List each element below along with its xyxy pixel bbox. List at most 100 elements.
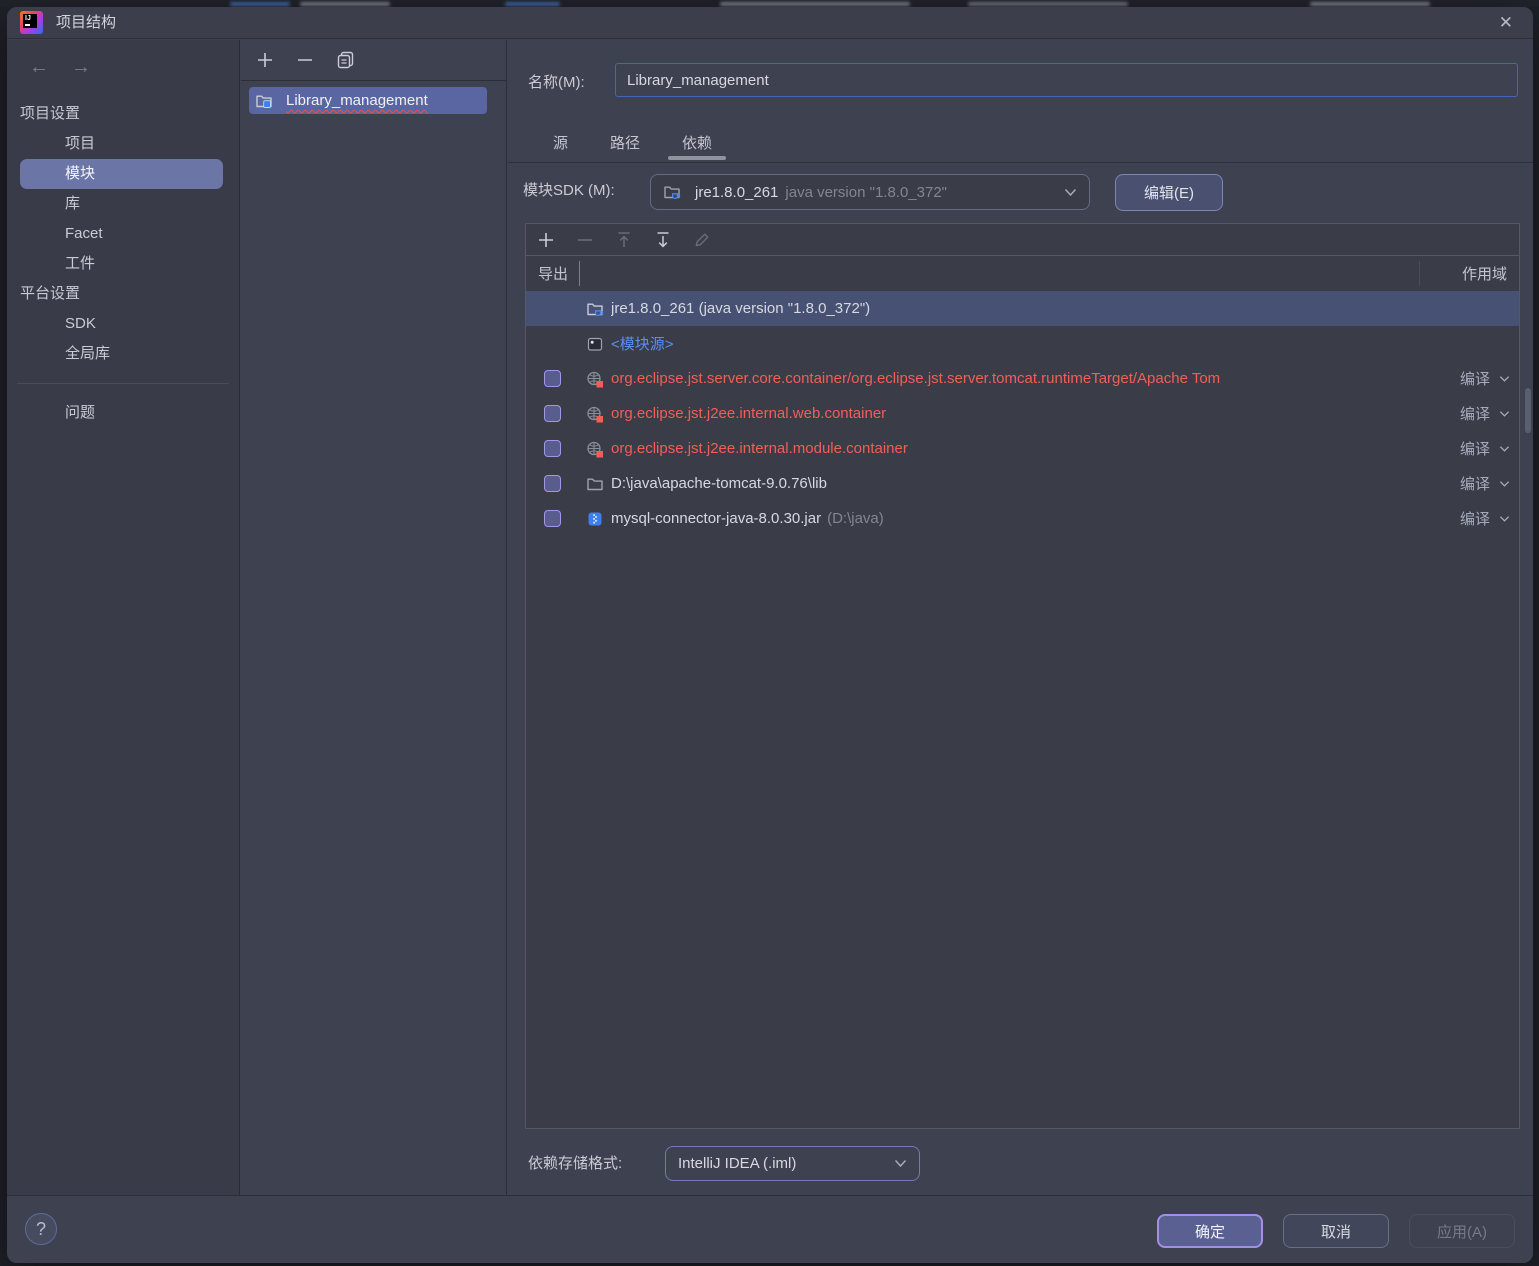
storage-format-label: 依赖存储格式: bbox=[528, 1153, 622, 1175]
sidebar-item-sdks[interactable]: SDK bbox=[7, 309, 239, 339]
jdk-icon bbox=[586, 300, 604, 318]
vertical-scrollbar-thumb[interactable] bbox=[1525, 388, 1531, 433]
dependency-row-jdk[interactable]: jre1.8.0_261 (java version "1.8.0_372") bbox=[526, 291, 1519, 326]
sdk-name: jre1.8.0_261 bbox=[695, 184, 778, 201]
scope-select[interactable]: 编译 bbox=[1423, 473, 1519, 494]
export-checkbox[interactable] bbox=[544, 475, 561, 492]
jdk-icon bbox=[663, 183, 681, 201]
sidebar-item-modules[interactable]: 模块 bbox=[20, 159, 223, 189]
chevron-down-icon bbox=[1499, 515, 1510, 523]
edit-dependency-icon[interactable] bbox=[692, 230, 712, 250]
export-checkbox[interactable] bbox=[544, 440, 561, 457]
scope-select[interactable]: 编译 bbox=[1423, 438, 1519, 459]
background-tab-fragment bbox=[505, 2, 560, 6]
background-tab-fragment bbox=[968, 2, 1128, 6]
history-nav: ← → bbox=[29, 56, 91, 79]
remove-module-icon[interactable] bbox=[295, 50, 315, 70]
modules-toolbar bbox=[241, 40, 506, 81]
dialog-footer: ? 确定 取消 应用(A) bbox=[7, 1195, 1533, 1263]
settings-sidebar: ← → 项目设置 项目 模块 库 Facet 工件 平台设置 SDK 全局库 问… bbox=[7, 40, 240, 1195]
jar-location: (D:\java) bbox=[827, 510, 884, 527]
close-icon[interactable]: ✕ bbox=[1499, 7, 1513, 39]
broken-library-icon bbox=[586, 405, 604, 423]
column-divider bbox=[579, 261, 580, 286]
background-tab-fragment bbox=[1310, 2, 1430, 6]
forward-icon[interactable]: → bbox=[71, 56, 91, 79]
chevron-down-icon bbox=[1499, 480, 1510, 488]
sidebar-item-project[interactable]: 项目 bbox=[7, 129, 239, 159]
add-module-icon[interactable] bbox=[255, 50, 275, 70]
column-header-scope: 作用域 bbox=[1462, 263, 1519, 284]
dependency-row-folder[interactable]: D:\java\apache-tomcat-9.0.76\lib 编译 bbox=[526, 466, 1519, 501]
sidebar-item-facets[interactable]: Facet bbox=[7, 219, 239, 249]
chevron-down-icon bbox=[1064, 188, 1077, 197]
sidebar-list: 项目设置 项目 模块 库 Facet 工件 平台设置 SDK 全局库 问题 bbox=[7, 99, 239, 428]
module-tree-label: Library_management bbox=[286, 92, 428, 109]
ok-button[interactable]: 确定 bbox=[1157, 1214, 1263, 1248]
name-label: 名称(M): bbox=[528, 72, 585, 94]
module-name-input[interactable] bbox=[615, 63, 1518, 97]
sidebar-section-platform-settings: 平台设置 bbox=[7, 279, 239, 309]
dependencies-header: 导出 作用域 bbox=[526, 256, 1519, 291]
move-up-icon[interactable] bbox=[614, 230, 634, 250]
dependencies-toolbar bbox=[526, 224, 1519, 256]
editor-tabs: 源 路径 依赖 bbox=[508, 126, 1533, 163]
sidebar-item-problems[interactable]: 问题 bbox=[7, 398, 239, 428]
module-sdk-select[interactable]: jre1.8.0_261 java version "1.8.0_372" bbox=[650, 174, 1090, 210]
column-header-export: 导出 bbox=[526, 263, 568, 284]
dependency-row-jar[interactable]: mysql-connector-java-8.0.30.jar(D:\java)… bbox=[526, 501, 1519, 536]
background-tab-fragment bbox=[230, 2, 290, 6]
scope-select[interactable]: 编译 bbox=[1423, 508, 1519, 529]
scope-select[interactable]: 编译 bbox=[1423, 368, 1519, 389]
storage-format-select[interactable]: IntelliJ IDEA (.iml) bbox=[665, 1146, 920, 1181]
background-ide-strip bbox=[0, 0, 1539, 7]
move-down-icon[interactable] bbox=[653, 230, 673, 250]
tab-paths[interactable]: 路径 bbox=[610, 126, 640, 162]
cancel-button[interactable]: 取消 bbox=[1283, 1214, 1389, 1248]
column-divider bbox=[1419, 261, 1420, 286]
back-icon[interactable]: ← bbox=[29, 56, 49, 79]
export-checkbox[interactable] bbox=[544, 370, 561, 387]
chevron-down-icon bbox=[1499, 410, 1510, 418]
tab-dependencies[interactable]: 依赖 bbox=[682, 126, 712, 162]
sidebar-item-artifacts[interactable]: 工件 bbox=[7, 249, 239, 279]
scope-select[interactable]: 编译 bbox=[1423, 403, 1519, 424]
broken-library-icon bbox=[586, 370, 604, 388]
export-checkbox[interactable] bbox=[544, 510, 561, 527]
tab-sources[interactable]: 源 bbox=[553, 126, 568, 162]
chevron-down-icon bbox=[1499, 375, 1510, 383]
screen: IJ 项目结构 ✕ ← → 项目设置 项目 模块 库 Facet 工件 平台设置… bbox=[0, 0, 1539, 1266]
sdk-version: java version "1.8.0_372" bbox=[785, 184, 947, 201]
intellij-logo-icon: IJ bbox=[20, 11, 43, 34]
dependency-row-library[interactable]: org.eclipse.jst.server.core.container/or… bbox=[526, 361, 1519, 396]
broken-library-icon bbox=[586, 440, 604, 458]
apply-button[interactable]: 应用(A) bbox=[1409, 1214, 1515, 1248]
export-checkbox[interactable] bbox=[544, 405, 561, 422]
module-tree-item[interactable]: Library_management bbox=[249, 87, 487, 114]
folder-icon bbox=[586, 475, 604, 493]
add-dependency-icon[interactable] bbox=[536, 230, 556, 250]
dependencies-table: 导出 作用域 jre1.8.0_261 (java version "1.8.0… bbox=[525, 223, 1520, 1129]
copy-module-icon[interactable] bbox=[335, 50, 355, 70]
module-sdk-label: 模块SDK (M): bbox=[523, 180, 615, 202]
dependency-row-library[interactable]: org.eclipse.jst.j2ee.internal.web.contai… bbox=[526, 396, 1519, 431]
dialog-title: 项目结构 bbox=[56, 7, 116, 39]
sidebar-divider bbox=[17, 383, 229, 384]
project-structure-dialog: IJ 项目结构 ✕ ← → 项目设置 项目 模块 库 Facet 工件 平台设置… bbox=[7, 7, 1533, 1263]
module-source-icon bbox=[586, 335, 604, 353]
dialog-titlebar: IJ 项目结构 ✕ bbox=[7, 7, 1533, 39]
background-tab-fragment bbox=[300, 2, 390, 6]
sidebar-item-global-libraries[interactable]: 全局库 bbox=[7, 339, 239, 369]
chevron-down-icon bbox=[1499, 445, 1510, 453]
edit-sdk-button[interactable]: 编辑(E) bbox=[1115, 174, 1223, 211]
help-button[interactable]: ? bbox=[25, 1213, 57, 1245]
modules-panel: Library_management bbox=[241, 40, 507, 1195]
sidebar-item-libraries[interactable]: 库 bbox=[7, 189, 239, 219]
jar-icon bbox=[586, 510, 604, 528]
remove-dependency-icon[interactable] bbox=[575, 230, 595, 250]
module-editor: 名称(M): 源 路径 依赖 模块SDK (M): jre1.8.0_261 j… bbox=[508, 40, 1533, 1195]
sidebar-section-project-settings: 项目设置 bbox=[7, 99, 239, 129]
dependency-row-library[interactable]: org.eclipse.jst.j2ee.internal.module.con… bbox=[526, 431, 1519, 466]
chevron-down-icon bbox=[894, 1159, 907, 1168]
dependency-row-module-source[interactable]: <模块源> bbox=[526, 326, 1519, 361]
